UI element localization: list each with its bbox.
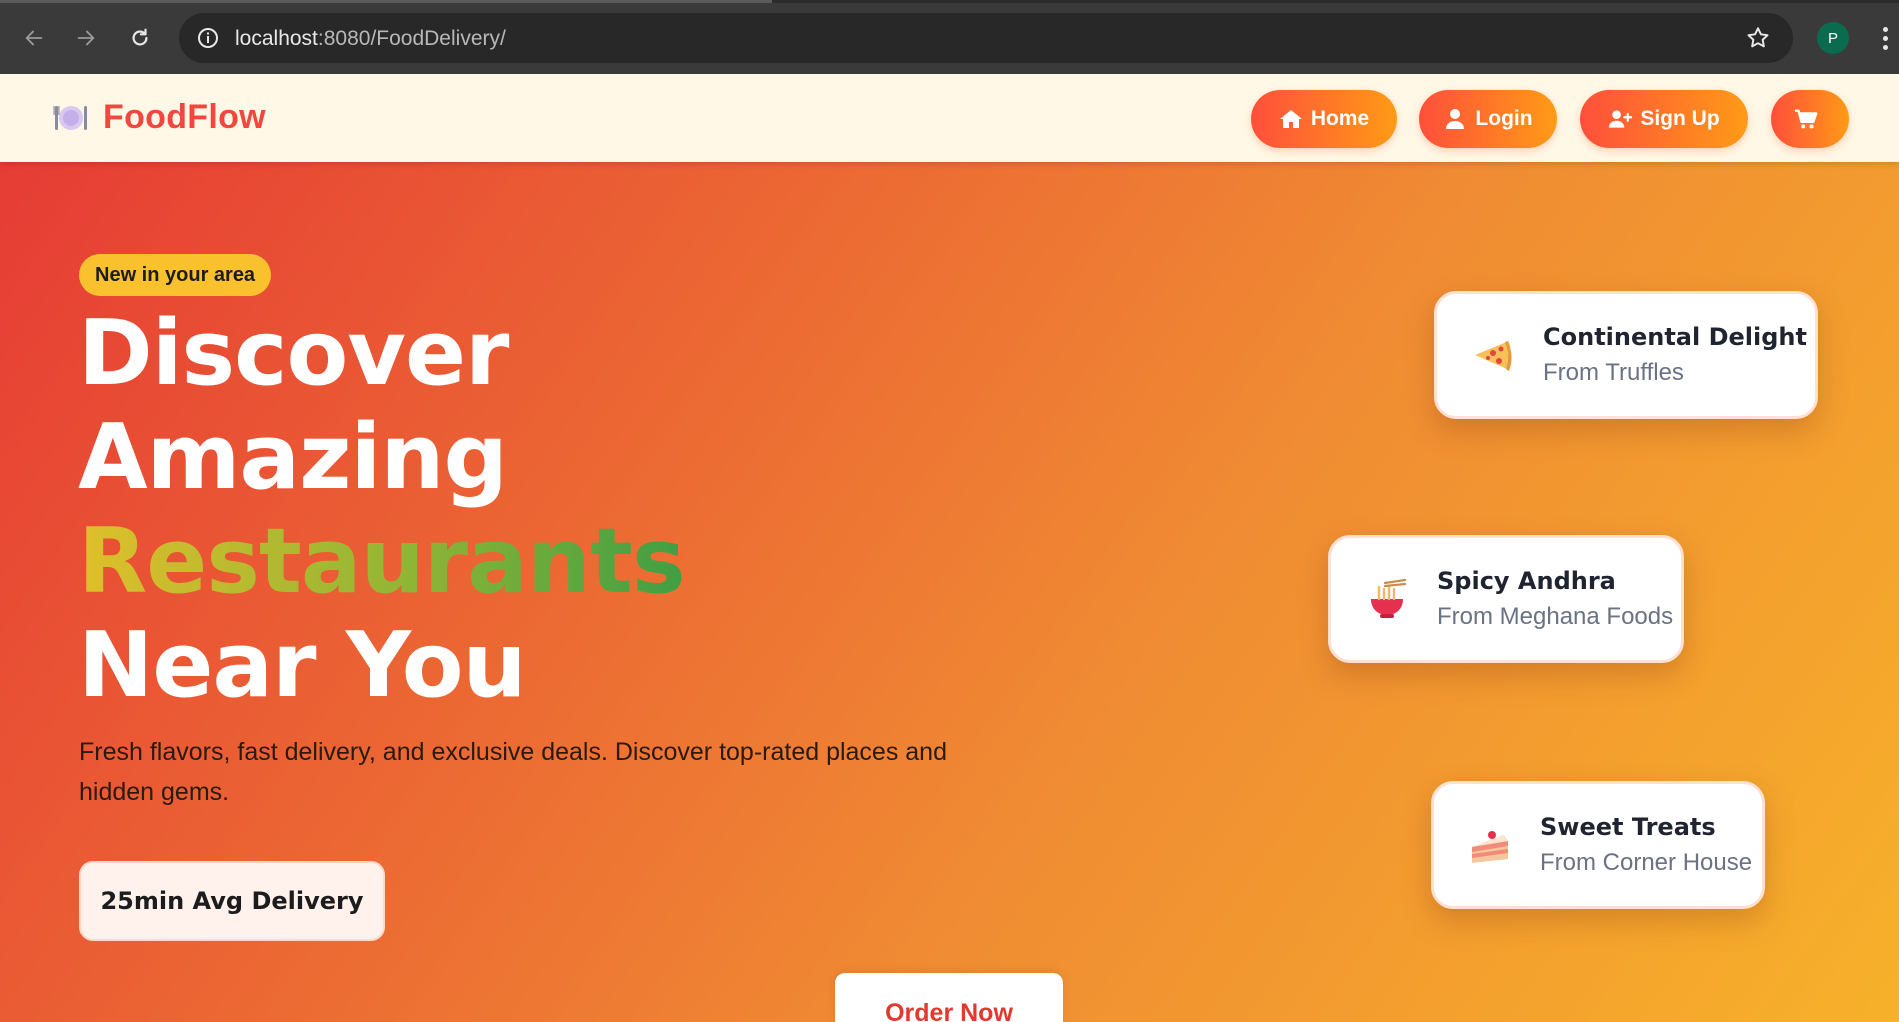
avg-delivery-stat: 25min Avg Delivery xyxy=(79,861,385,941)
card-source: From Meghana Foods xyxy=(1437,603,1674,630)
featured-card[interactable]: Continental Delight From Truffles xyxy=(1434,291,1818,419)
site-header: FoodFlow Home Login Sign Up xyxy=(0,74,1899,162)
cart-icon xyxy=(1794,109,1818,129)
hero-section: New in your area Discover Amazing Restau… xyxy=(0,162,1899,1022)
headline-line-2: Amazing xyxy=(78,405,508,510)
browser-chrome: localhost:8080/FoodDelivery/ P xyxy=(0,0,1899,74)
url-path: :8080/FoodDelivery/ xyxy=(317,27,506,50)
profile-avatar[interactable]: P xyxy=(1817,22,1849,54)
headline-line-3: Restaurants xyxy=(78,509,686,614)
card-title: Sweet Treats xyxy=(1540,813,1716,841)
nav-login-button[interactable]: Login xyxy=(1419,90,1557,148)
reload-icon xyxy=(132,28,148,46)
tab-strip xyxy=(0,0,1899,3)
address-bar[interactable]: localhost:8080/FoodDelivery/ xyxy=(179,13,1793,63)
cake-icon xyxy=(1472,831,1508,863)
nav-home-button[interactable]: Home xyxy=(1251,90,1397,148)
card-source: From Corner House xyxy=(1540,849,1753,876)
plate-cutlery-icon xyxy=(53,105,87,130)
nav-signup-button[interactable]: Sign Up xyxy=(1580,90,1748,148)
back-button[interactable] xyxy=(18,22,50,54)
url-host: localhost xyxy=(235,27,318,50)
arrow-left-icon xyxy=(25,30,43,46)
nav-home-label: Home xyxy=(1310,107,1370,130)
card-title: Continental Delight xyxy=(1543,323,1807,351)
user-plus-icon xyxy=(1609,110,1633,128)
brand-logo[interactable]: FoodFlow xyxy=(53,98,266,137)
noodle-bowl-icon xyxy=(1371,578,1407,618)
user-icon xyxy=(1446,109,1465,129)
site-info-icon[interactable] xyxy=(196,26,220,50)
pizza-icon xyxy=(1475,341,1512,371)
page: FoodFlow Home Login Sign Up New in your … xyxy=(0,74,1899,1022)
cart-button[interactable] xyxy=(1771,90,1849,148)
card-source: From Truffles xyxy=(1543,359,1684,386)
new-badge: New in your area xyxy=(79,254,272,296)
home-icon xyxy=(1279,110,1302,128)
browser-menu-icon[interactable] xyxy=(1878,22,1892,54)
url-text[interactable]: localhost:8080/FoodDelivery/ xyxy=(235,27,506,51)
nav-signup-label: Sign Up xyxy=(1640,107,1720,130)
featured-card[interactable]: Sweet Treats From Corner House xyxy=(1431,781,1765,909)
headline-line-4: Near You xyxy=(78,613,527,718)
hero-headline: Discover Amazing Restaurants Near You xyxy=(78,301,686,718)
order-now-button[interactable]: Order Now xyxy=(835,973,1063,1022)
reload-button[interactable] xyxy=(124,22,156,54)
brand-name: FoodFlow xyxy=(103,98,266,136)
card-title: Spicy Andhra xyxy=(1437,567,1616,595)
bookmark-star-icon[interactable] xyxy=(1745,25,1771,51)
forward-button[interactable] xyxy=(70,22,102,54)
nav-login-label: Login xyxy=(1475,107,1533,130)
hero-subtext: Fresh flavors, fast delivery, and exclus… xyxy=(79,738,947,806)
featured-card[interactable]: Spicy Andhra From Meghana Foods xyxy=(1328,535,1684,663)
arrow-right-icon xyxy=(77,30,95,46)
headline-line-1: Discover xyxy=(78,301,509,406)
